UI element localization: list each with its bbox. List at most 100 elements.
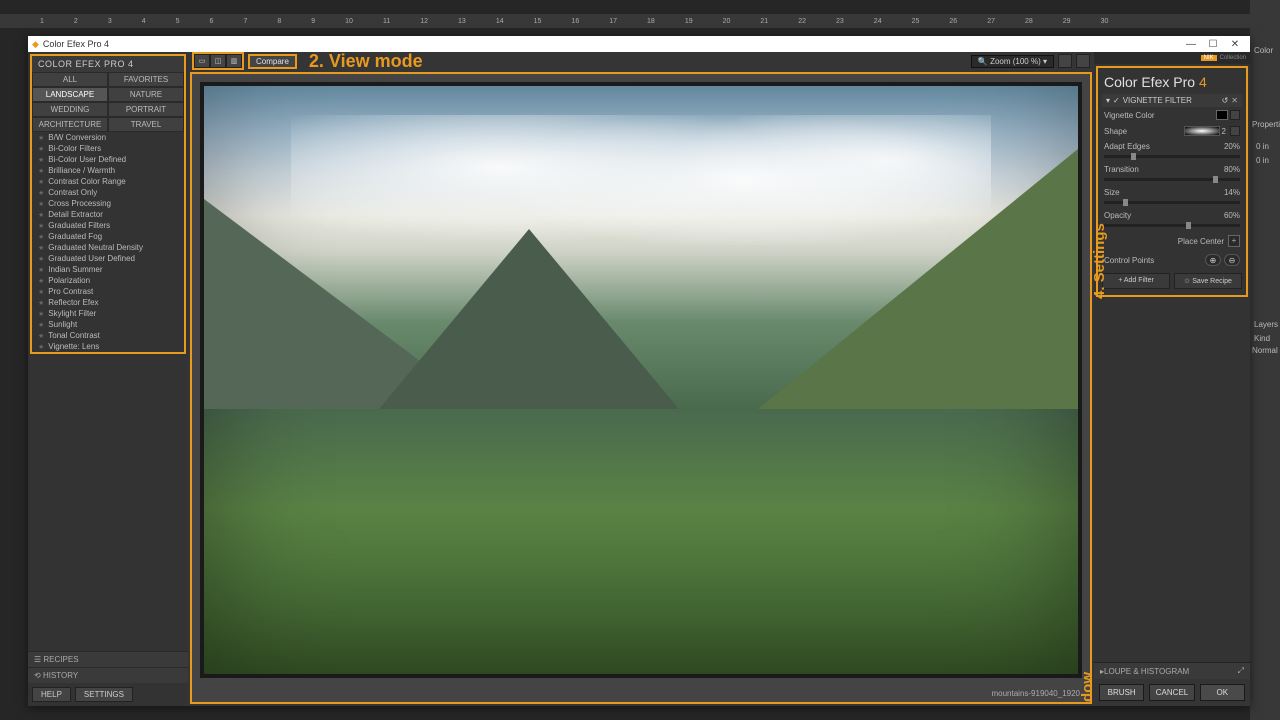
preset-item[interactable]: ★Graduated Filters	[32, 220, 184, 231]
add-filter-button[interactable]: + Add Filter	[1102, 273, 1170, 289]
star-icon[interactable]: ★	[38, 134, 44, 142]
image-filename: mountains-919040_1920	[991, 689, 1080, 698]
param-shape: Shape 2	[1102, 123, 1242, 139]
star-icon[interactable]: ★	[38, 244, 44, 252]
zoom-indicator[interactable]: 🔍 Zoom (100 %) ▾	[971, 55, 1054, 68]
preset-item[interactable]: ★Polarization	[32, 275, 184, 286]
category-all[interactable]: ALL	[32, 72, 108, 87]
help-button[interactable]: HELP	[32, 687, 71, 702]
brush-button[interactable]: BRUSH	[1099, 684, 1144, 701]
category-architecture[interactable]: ARCHITECTURE	[32, 117, 108, 132]
preset-item[interactable]: ★B/W Conversion	[32, 132, 184, 143]
label-adapt-edges: Adapt Edges	[1104, 142, 1150, 151]
anno-view-mode: 2. View mode	[309, 52, 423, 72]
color-picker-icon[interactable]	[1230, 110, 1240, 120]
slider-transition[interactable]	[1104, 178, 1240, 181]
history-section[interactable]: ⟲ HISTORY	[28, 667, 188, 683]
preset-item[interactable]: ★Graduated Fog	[32, 231, 184, 242]
preview-image[interactable]	[200, 82, 1082, 678]
shape-preview[interactable]	[1184, 126, 1220, 136]
star-icon[interactable]: ★	[38, 299, 44, 307]
save-recipe-button[interactable]: ☆ Save Recipe	[1174, 273, 1242, 289]
preset-item[interactable]: ★Sunlight	[32, 319, 184, 330]
place-center-button[interactable]	[1228, 235, 1240, 247]
place-center-label: Place Center	[1178, 237, 1224, 246]
star-icon[interactable]: ★	[38, 222, 44, 230]
star-icon[interactable]: ★	[38, 178, 44, 186]
compare-button[interactable]: Compare	[248, 54, 297, 69]
settings-button[interactable]: SETTINGS	[75, 687, 133, 702]
slider-adapt-edges[interactable]	[1104, 155, 1240, 158]
panel-title: COLOR EFEX PRO 4	[32, 56, 184, 72]
preset-item[interactable]: ★Bi-Color Filters	[32, 143, 184, 154]
star-icon[interactable]: ★	[38, 332, 44, 340]
preset-item[interactable]: ★Skylight Filter	[32, 308, 184, 319]
close-filter-icon[interactable]: ✕	[1231, 96, 1238, 105]
preset-item[interactable]: ★Graduated User Defined	[32, 253, 184, 264]
category-portrait[interactable]: PORTRAIT	[108, 102, 184, 117]
category-favorites[interactable]: FAVORITES	[108, 72, 184, 87]
preset-item[interactable]: ★Cross Processing	[32, 198, 184, 209]
chevron-down-icon[interactable]: ▾	[1106, 96, 1110, 105]
preset-item[interactable]: ★Graduated Neutral Density	[32, 242, 184, 253]
workflow-window[interactable]: mountains-919040_1920 3. Workflow window	[190, 72, 1092, 704]
star-icon[interactable]: ★	[38, 255, 44, 263]
panel-toggle-icon[interactable]	[1076, 54, 1090, 68]
preset-item[interactable]: ★Pro Contrast	[32, 286, 184, 297]
recipes-section[interactable]: ☰ RECIPES	[28, 651, 188, 667]
expand-icon[interactable]: ⤢	[1238, 666, 1244, 676]
preset-library-box: COLOR EFEX PRO 4 ALLFAVORITESLANDSCAPENA…	[30, 54, 186, 354]
bg-toggle-icon[interactable]	[1058, 54, 1072, 68]
loupe-histogram-section[interactable]: ▸ LOUPE & HISTOGRAM⤢	[1094, 662, 1250, 679]
star-icon[interactable]: ★	[38, 266, 44, 274]
slider-opacity[interactable]	[1104, 224, 1240, 227]
preset-item[interactable]: ★Contrast Color Range	[32, 176, 184, 187]
star-icon[interactable]: ★	[38, 310, 44, 318]
star-icon[interactable]: ★	[38, 233, 44, 241]
star-icon[interactable]: ★	[38, 277, 44, 285]
view-split-icon[interactable]: ◫	[210, 54, 226, 68]
star-icon[interactable]: ★	[38, 211, 44, 219]
preset-item[interactable]: ★Contrast Only	[32, 187, 184, 198]
add-control-point-plus[interactable]: ⊕	[1205, 254, 1221, 266]
close-button[interactable]: ✕	[1224, 39, 1246, 50]
category-landscape[interactable]: LANDSCAPE	[32, 87, 108, 102]
slider-size[interactable]	[1104, 201, 1240, 204]
view-side-icon[interactable]: ▥	[226, 54, 242, 68]
preset-item[interactable]: ★Brilliance / Warmth	[32, 165, 184, 176]
host-normal-label: Normal	[1252, 346, 1278, 355]
label-transition: Transition	[1104, 165, 1139, 174]
maximize-button[interactable]: ☐	[1202, 39, 1224, 50]
star-icon[interactable]: ★	[38, 167, 44, 175]
shape-menu-icon[interactable]	[1230, 126, 1240, 136]
preset-item[interactable]: ★Reflector Efex	[32, 297, 184, 308]
star-icon[interactable]: ★	[38, 145, 44, 153]
brand-tag: NIK	[1201, 55, 1217, 61]
category-nature[interactable]: NATURE	[108, 87, 184, 102]
preset-item[interactable]: ★Vignette: Lens	[32, 341, 184, 352]
star-icon[interactable]: ★	[38, 343, 44, 351]
view-single-icon[interactable]: ▭	[194, 54, 210, 68]
titlebar[interactable]: ◆ Color Efex Pro 4 — ☐ ✕	[28, 36, 1250, 52]
star-icon[interactable]: ★	[38, 200, 44, 208]
minimize-button[interactable]: —	[1180, 39, 1202, 50]
preset-item[interactable]: ★Detail Extractor	[32, 209, 184, 220]
reset-icon[interactable]: ↺	[1222, 96, 1229, 105]
star-icon[interactable]: ★	[38, 321, 44, 329]
preset-item[interactable]: ★Indian Summer	[32, 264, 184, 275]
preset-item[interactable]: ★Bi-Color User Defined	[32, 154, 184, 165]
star-icon[interactable]: ★	[38, 288, 44, 296]
cancel-button[interactable]: CANCEL	[1149, 684, 1194, 701]
star-icon[interactable]: ★	[38, 189, 44, 197]
category-wedding[interactable]: WEDDING	[32, 102, 108, 117]
check-icon[interactable]: ✓	[1113, 96, 1120, 105]
preset-item[interactable]: ★Tonal Contrast	[32, 330, 184, 341]
add-control-point-minus[interactable]: ⊖	[1224, 254, 1240, 266]
star-icon[interactable]: ★	[38, 156, 44, 164]
host-panels-right: Color Properties 0 in 0 in Layers Kind N…	[1250, 0, 1280, 720]
filter-header[interactable]: ▾ ✓ VIGNETTE FILTER ↺ ✕	[1102, 94, 1242, 107]
ok-button[interactable]: OK	[1200, 684, 1245, 701]
color-swatch[interactable]	[1216, 110, 1228, 120]
param-vignette-color: Vignette Color	[1102, 107, 1242, 123]
category-travel[interactable]: TRAVEL	[108, 117, 184, 132]
